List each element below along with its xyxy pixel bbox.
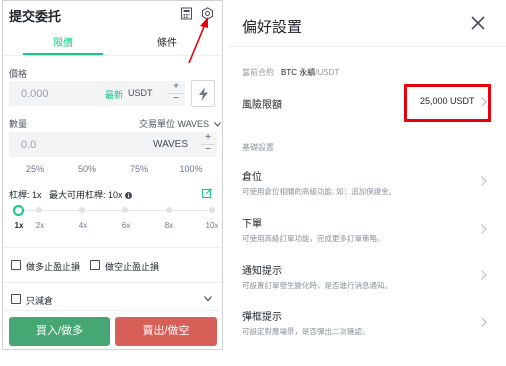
leverage-row: 杠桿: 1x 最大可用杠桿: 10x	[9, 188, 133, 201]
contract-symbol: BTC 永續	[281, 68, 316, 77]
slider-step[interactable]	[209, 207, 215, 213]
tp-sl-short-label: 做空止盈止損	[105, 262, 160, 272]
leverage-tick: 4x	[78, 221, 88, 230]
latest-price-button[interactable]: 最新	[105, 88, 123, 101]
tp-sl-long-checkbox[interactable]	[11, 260, 21, 270]
divider	[3, 247, 222, 248]
price-label: 價格	[9, 69, 28, 79]
price-stepper[interactable]: + −	[169, 82, 183, 105]
buy-long-button[interactable]: 買入/做多	[9, 317, 110, 346]
price-unit: USDT	[128, 88, 153, 98]
slider-step[interactable]	[36, 207, 42, 213]
panel-title: 偏好設置	[242, 19, 303, 36]
trade-unit-label: 交易單位 WAVES	[139, 119, 210, 129]
chevron-right-icon[interactable]	[480, 270, 488, 280]
bolt-icon	[199, 87, 208, 101]
current-contract-value: BTC 永續/USDT	[281, 67, 339, 78]
setting-desc-popups: 可設定對應場景，是否彈出二次確認。	[242, 327, 370, 336]
chevron-right-icon[interactable]	[480, 317, 488, 327]
percent-25[interactable]: 25%	[21, 164, 49, 174]
setting-title-order[interactable]: 下單	[242, 215, 262, 230]
percent-75[interactable]: 75%	[125, 164, 153, 174]
preferences-panel: 偏好設置 當前合約 BTC 永續/USDT 風險限額 25,000 USDT 基…	[229, 0, 506, 366]
quantity-input[interactable]: 0.0 WAVES + −	[9, 132, 217, 157]
slider-step[interactable]	[79, 207, 85, 213]
leverage-label: 杠桿: 1x	[9, 190, 42, 200]
tp-sl-short-checkbox[interactable]	[90, 260, 100, 270]
leverage-slider-track[interactable]	[19, 210, 213, 211]
divider	[3, 282, 222, 283]
contract-quote: /USDT	[315, 68, 340, 77]
setting-title-notifications[interactable]: 通知提示	[242, 262, 282, 277]
basic-settings-label: 基礎設置	[242, 143, 274, 152]
setting-desc-notifications: 可設置訂單發生變化時，是否進行消息通知。	[242, 281, 392, 290]
leverage-tick: 2x	[35, 221, 45, 230]
price-placeholder: 0.000	[21, 88, 49, 100]
divider	[3, 310, 222, 311]
setting-title-popups[interactable]: 彈框提示	[242, 308, 282, 323]
max-leverage-label: 最大可用杠桿: 10x	[49, 190, 123, 200]
quick-price-button[interactable]	[191, 80, 215, 107]
slider-step[interactable]	[166, 207, 172, 213]
quantity-stepper[interactable]: + −	[201, 133, 215, 156]
tab-limit[interactable]: 限價	[23, 34, 103, 49]
chevron-right-icon[interactable]	[480, 224, 488, 234]
order-panel-title: 提交委托	[9, 9, 62, 24]
annotation-arrow	[188, 17, 208, 64]
trade-unit-selector[interactable]: 交易單位 WAVES	[139, 117, 221, 130]
chevron-down-icon	[213, 122, 221, 127]
close-icon[interactable]	[469, 14, 487, 32]
current-contract-label: 當前合約	[242, 68, 274, 77]
leverage-tick: 8x	[164, 221, 174, 230]
price-input[interactable]: 0.000 最新 USDT + −	[9, 81, 185, 106]
risk-limit-label: 風險限額	[242, 100, 282, 111]
header-divider	[229, 46, 506, 47]
percent-50[interactable]: 50%	[73, 164, 101, 174]
leverage-tick: 10x	[205, 221, 219, 230]
info-icon[interactable]	[125, 192, 133, 199]
chevron-right-icon[interactable]	[480, 176, 488, 186]
increment-button[interactable]: +	[201, 133, 215, 144]
percent-100[interactable]: 100%	[177, 164, 205, 174]
quantity-placeholder: 0.0	[21, 139, 37, 151]
setting-title-position[interactable]: 倉位	[242, 168, 262, 183]
quantity-unit: WAVES	[153, 139, 189, 150]
reduce-only-checkbox[interactable]	[11, 294, 21, 304]
leverage-tick: 1x	[14, 221, 24, 230]
sell-short-button[interactable]: 賣出/做空	[115, 317, 217, 346]
decrement-button[interactable]: −	[169, 94, 183, 105]
edit-icon[interactable]	[202, 188, 212, 198]
decrement-button[interactable]: −	[201, 145, 215, 156]
leverage-tick: 6x	[121, 221, 131, 230]
tp-sl-long-label: 做多止盈止損	[26, 262, 81, 272]
highlight-box	[404, 84, 491, 122]
quantity-label: 數量	[9, 119, 28, 129]
chevron-down-icon[interactable]	[204, 296, 212, 302]
leverage-slider-handle[interactable]	[13, 205, 24, 216]
reduce-only-label: 只減倉	[26, 296, 54, 306]
slider-step[interactable]	[122, 207, 128, 213]
setting-desc-order: 可使用高級訂單功能，完成更多訂單策略。	[242, 234, 385, 243]
increment-button[interactable]: +	[169, 82, 183, 93]
setting-desc-position: 可使用倉位相關的高級功能, 如：追加保證金。	[242, 187, 397, 196]
